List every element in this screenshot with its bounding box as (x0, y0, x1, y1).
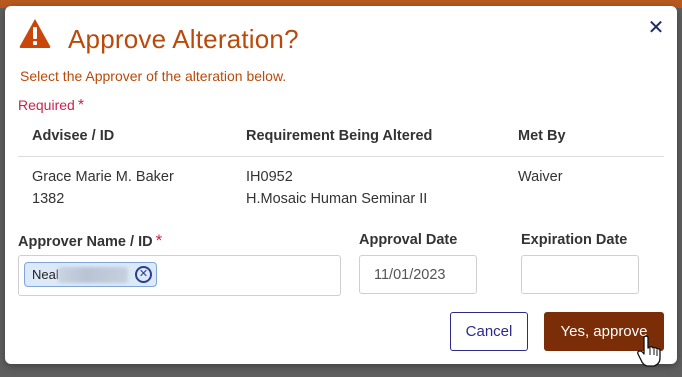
column-header-requirement: Requirement Being Altered (246, 128, 433, 144)
expiration-date-label: Expiration Date (521, 232, 628, 248)
approver-input[interactable]: Neal ✕ (18, 255, 341, 296)
remove-approver-icon[interactable]: ✕ (135, 266, 152, 283)
column-header-advisee: Advisee / ID (32, 128, 115, 144)
column-header-met-by: Met By (518, 128, 566, 144)
approval-date-label: Approval Date (359, 232, 458, 248)
hand-pointer-cursor-icon (637, 335, 661, 367)
table-divider (18, 156, 664, 157)
approve-alteration-dialog: Approve Alteration? ✕ Select the Approve… (5, 6, 677, 364)
met-by-value: Waiver (518, 169, 563, 185)
advisee-id: 1382 (32, 191, 65, 207)
required-label: Required (18, 97, 75, 113)
required-asterisk: * (77, 97, 85, 114)
dialog-instructions: Select the Approver of the alteration be… (20, 68, 287, 84)
required-indicator: Required * (18, 97, 84, 115)
advisee-cell: Grace Marie M. Baker 1382 (32, 166, 174, 210)
advisee-name: Grace Marie M. Baker (32, 169, 174, 185)
requirement-code: IH0952 (246, 169, 293, 185)
approver-required-asterisk: * (155, 231, 163, 250)
requirement-cell: IH0952 H.Mosaic Human Seminar II (246, 166, 427, 210)
warning-triangle-icon (19, 19, 51, 48)
approver-label-text: Approver Name / ID (18, 234, 153, 250)
approver-label: Approver Name / ID * (18, 231, 162, 251)
approval-date-input[interactable]: 11/01/2023 (359, 255, 477, 294)
dialog-title: Approve Alteration? (68, 24, 299, 54)
close-icon[interactable]: ✕ (646, 18, 666, 38)
redacted-name-blur (58, 267, 128, 283)
approver-chip-label: Neal (32, 267, 59, 282)
expiration-date-input[interactable] (521, 255, 639, 294)
requirement-name: H.Mosaic Human Seminar II (246, 191, 428, 207)
approver-chip: Neal ✕ (24, 262, 157, 287)
cancel-button[interactable]: Cancel (450, 312, 528, 351)
